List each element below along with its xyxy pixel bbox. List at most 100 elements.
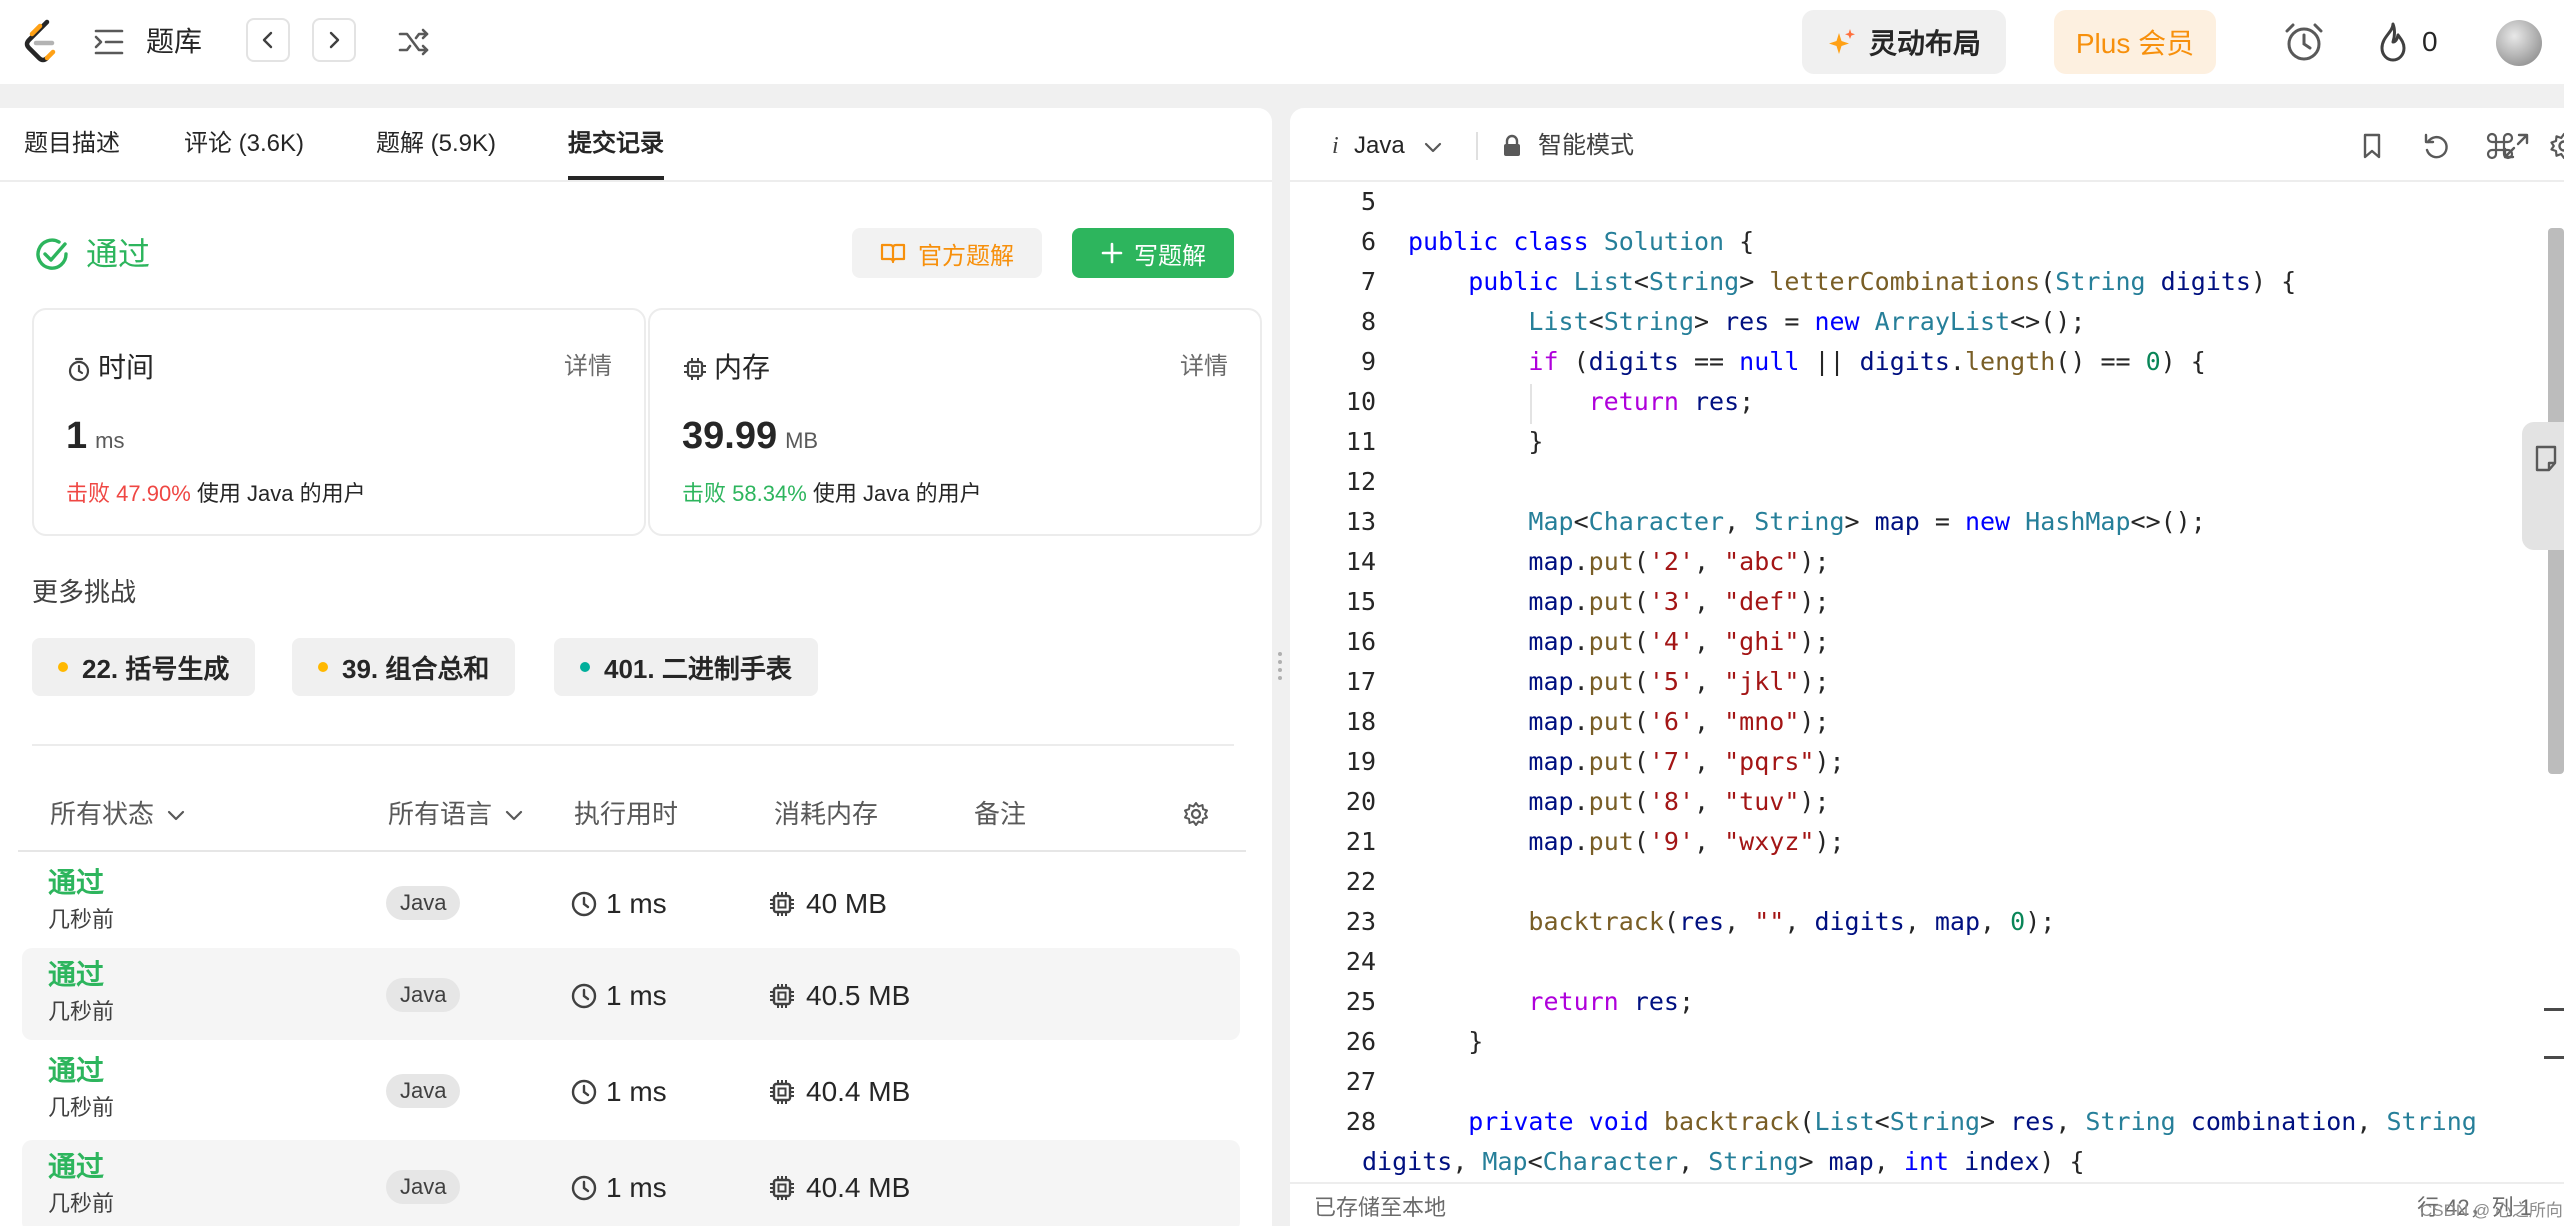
tab-description[interactable]: 题目描述 <box>24 124 120 164</box>
table-row[interactable]: 通过 几秒前 Java 1 ms 40.4 MB <box>22 1140 1240 1226</box>
code-line[interactable]: 7 public List<String> letterCombinations… <box>1290 262 2550 302</box>
code-text: return res; <box>1588 387 1755 416</box>
code-line[interactable]: 21 map.put('9', "wxyz"); <box>1290 822 2550 862</box>
memory-column-header: 消耗内存 <box>774 799 879 829</box>
code-text: return res; <box>1528 987 1695 1016</box>
fire-icon[interactable] <box>2376 20 2410 64</box>
chip-icon <box>770 984 794 1008</box>
code-text: map.put('4', "ghi"); <box>1528 627 1830 656</box>
plus-icon <box>1101 242 1123 264</box>
notes-side-tab[interactable] <box>2522 422 2564 550</box>
language-filter-dropdown[interactable]: 所有语言 <box>388 794 525 834</box>
settings-gear-icon[interactable] <box>2548 130 2564 162</box>
code-line[interactable]: 28 private void backtrack(List<String> r… <box>1290 1102 2550 1142</box>
code-text: Map<Character, String> map = new HashMap… <box>1528 507 2206 536</box>
reset-code-icon[interactable] <box>2420 130 2452 162</box>
runtime-stat-card[interactable]: 时间 详情 1 ms 击败 47.90% 使用 Java 的用户 <box>32 308 646 536</box>
section-divider <box>32 744 1234 746</box>
shuffle-icon[interactable] <box>396 24 432 60</box>
dynamic-layout-button[interactable]: 灵动布局 <box>1802 10 2006 74</box>
leetcode-logo-icon[interactable] <box>20 18 64 66</box>
submission-status-link[interactable]: 通过 <box>48 864 104 902</box>
line-number: 5 <box>1360 187 1376 216</box>
bookmark-icon[interactable] <box>2356 130 2388 162</box>
line-number: 8 <box>1360 307 1376 336</box>
code-line[interactable]: 22 <box>1290 862 2550 902</box>
gear-icon[interactable] <box>1182 800 1210 828</box>
difficulty-dot <box>318 662 328 672</box>
code-line[interactable]: 27 <box>1290 1062 2550 1102</box>
code-line[interactable]: 15 map.put('3', "def"); <box>1290 582 2550 622</box>
code-line[interactable]: 12 <box>1290 462 2550 502</box>
code-line[interactable]: 20 map.put('8', "tuv"); <box>1290 782 2550 822</box>
challenge-chip-39[interactable]: 39. 组合总和 <box>292 638 516 696</box>
submission-status-link[interactable]: 通过 <box>48 1148 104 1186</box>
code-line[interactable]: 17 map.put('5', "jkl"); <box>1290 662 2550 702</box>
challenge-chip-22[interactable]: 22. 括号生成 <box>32 638 256 696</box>
submission-status-link[interactable]: 通过 <box>48 956 104 994</box>
line-number: 22 <box>1345 867 1376 896</box>
smart-mode-toggle[interactable]: 智能模式 <box>1538 128 1634 164</box>
code-line[interactable]: 10 return res; <box>1290 382 2550 422</box>
code-line[interactable]: 24 <box>1290 942 2550 982</box>
code-line[interactable]: digits, Map<Character, String> map, int … <box>1290 1142 2550 1182</box>
chevron-down-icon[interactable] <box>1422 136 1444 158</box>
code-line[interactable]: 13 Map<Character, String> map = new Hash… <box>1290 502 2550 542</box>
code-line[interactable]: 26 } <box>1290 1022 2550 1062</box>
challenge-chip-401[interactable]: 401. 二进制手表 <box>554 638 818 696</box>
plus-membership-button[interactable]: Plus 会员 <box>2054 10 2216 74</box>
book-icon <box>880 243 906 264</box>
code-line[interactable]: 6 public class Solution { <box>1290 222 2550 262</box>
code-line[interactable]: 5 <box>1290 182 2550 222</box>
memory-detail-link[interactable]: 详情 <box>1180 348 1228 386</box>
memory-unit: MB <box>785 428 819 453</box>
code-line[interactable]: 18 map.put('6', "mno"); <box>1290 702 2550 742</box>
line-number: 27 <box>1345 1067 1376 1096</box>
tab-solutions[interactable]: 题解 (5.9K) <box>376 124 496 164</box>
memory-beat-suffix: 使用 Java 的用户 <box>812 481 982 506</box>
write-solution-button[interactable]: 写题解 <box>1072 228 1234 278</box>
minimap-marker <box>2544 1008 2564 1011</box>
line-number: 28 <box>1345 1107 1376 1136</box>
table-row[interactable]: 通过 几秒前 Java 1 ms 40 MB <box>22 856 1240 948</box>
user-avatar[interactable] <box>2496 20 2542 66</box>
minimap-marker <box>2544 1056 2564 1059</box>
problem-bank-link[interactable]: 题库 <box>146 22 202 62</box>
next-problem-button[interactable] <box>312 18 356 62</box>
code-line[interactable]: 19 map.put('7', "pqrs"); <box>1290 742 2550 782</box>
submission-runtime: 1 ms <box>606 1172 667 1203</box>
official-solution-button[interactable]: 官方题解 <box>852 228 1042 278</box>
runtime-detail-link[interactable]: 详情 <box>564 348 612 386</box>
clock-icon <box>571 1175 597 1201</box>
code-text: digits, Map<Character, String> map, int … <box>1362 1147 2085 1176</box>
code-line[interactable]: 25 return res; <box>1290 982 2550 1022</box>
code-line[interactable]: 16 map.put('4', "ghi"); <box>1290 622 2550 662</box>
submission-status-link[interactable]: 通过 <box>48 1052 104 1090</box>
code-text: map.put('6', "mno"); <box>1528 707 1830 736</box>
fullscreen-expand-icon[interactable] <box>2500 130 2532 162</box>
code-line[interactable]: 8 List<String> res = new ArrayList<>(); <box>1290 302 2550 342</box>
tab-submissions[interactable]: 提交记录 <box>568 124 664 164</box>
code-line[interactable]: 23 backtrack(res, "", digits, map, 0); <box>1290 902 2550 942</box>
table-row[interactable]: 通过 几秒前 Java 1 ms 40.4 MB <box>22 1044 1240 1136</box>
panel-resize-handle-icon[interactable] <box>1276 650 1284 686</box>
problem-list-icon[interactable] <box>92 26 126 58</box>
alarm-clock-icon[interactable] <box>2282 20 2326 64</box>
status-filter-dropdown[interactable]: 所有状态 <box>50 794 187 834</box>
code-text: if (digits == null || digits.length() ==… <box>1528 347 2206 376</box>
save-status: 已存储至本地 <box>1314 1195 1447 1220</box>
line-number: 14 <box>1345 547 1376 576</box>
code-line[interactable]: 11 } <box>1290 422 2550 462</box>
code-text: map.put('8', "tuv"); <box>1528 787 1830 816</box>
memory-stat-card[interactable]: 内存 详情 39.99 MB 击败 58.34% 使用 Java 的用户 <box>648 308 1262 536</box>
language-select[interactable]: Java <box>1354 128 1405 164</box>
table-row[interactable]: 通过 几秒前 Java 1 ms 40.5 MB <box>22 948 1240 1040</box>
fire-count: 0 <box>2422 26 2438 57</box>
tab-comments[interactable]: 评论 (3.6K) <box>184 124 304 164</box>
code-line[interactable]: 9 if (digits == null || digits.length() … <box>1290 342 2550 382</box>
line-number: 20 <box>1345 787 1376 816</box>
code-editor-area[interactable]: 5 6 public class Solution {7 public List<S… <box>1290 182 2564 1182</box>
code-line[interactable]: 14 map.put('2', "abc"); <box>1290 542 2550 582</box>
submission-time: 几秒前 <box>48 1191 115 1216</box>
prev-problem-button[interactable] <box>246 18 290 62</box>
